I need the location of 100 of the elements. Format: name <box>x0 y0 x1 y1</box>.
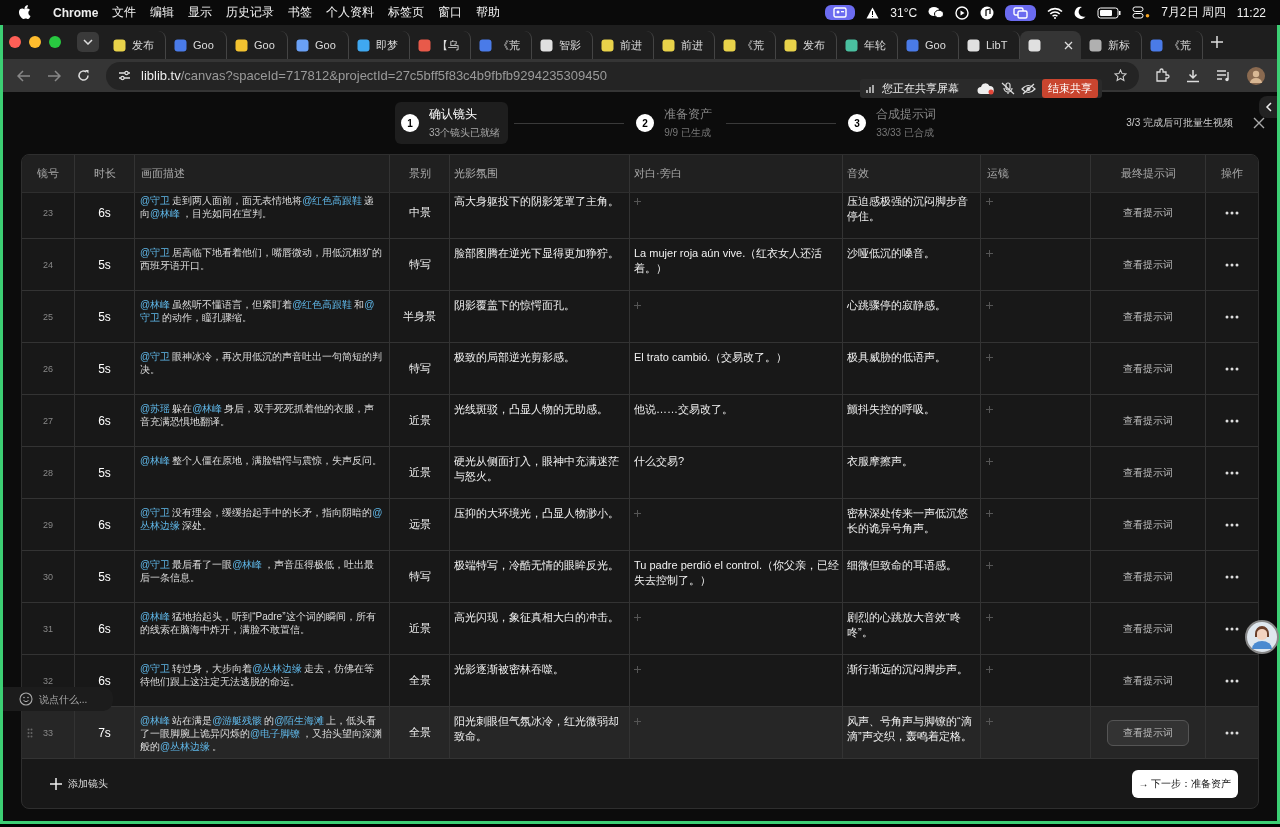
duration-text[interactable]: 6s <box>98 205 111 220</box>
warning-icon[interactable] <box>866 6 880 19</box>
description-text[interactable]: @林峰 站在满是@游艇残骸 的@陌生海滩 上，低头看了一眼脚腕上诡异闪烁的@电子脚镣 ，又抬头望向深渊般的@丛林边缘 。 <box>140 714 384 753</box>
site-settings-icon[interactable] <box>118 70 131 81</box>
add-icon[interactable] <box>986 198 993 205</box>
duration-text[interactable]: 5s <box>98 569 111 584</box>
system-logo-icon[interactable] <box>18 5 31 20</box>
stop-sharing-button[interactable]: 结束共享 <box>1042 79 1098 98</box>
duration-text[interactable]: 6s <box>98 517 111 532</box>
chevron-left-icon[interactable] <box>1264 102 1272 112</box>
drag-handle-icon[interactable] <box>27 728 33 738</box>
view-prompt-button[interactable]: 查看提示词 <box>1107 303 1189 330</box>
sound-effect-text[interactable]: 渐行渐远的沉闷脚步声。 <box>847 662 968 677</box>
description-text[interactable]: @守卫 最后看了一眼@林峰 ，声音压得极低，吐出最后一条信息。 <box>140 558 384 584</box>
view-prompt-button[interactable]: 查看提示词 <box>1107 407 1189 434</box>
sound-effect-text[interactable]: 沙哑低沉的嗓音。 <box>847 246 935 261</box>
menu-item[interactable]: 编辑 <box>150 4 175 21</box>
add-icon[interactable] <box>986 666 993 673</box>
more-icon[interactable] <box>1225 678 1239 683</box>
duration-text[interactable]: 5s <box>98 465 111 480</box>
view-prompt-button[interactable]: 查看提示词 <box>1107 667 1189 694</box>
shot-size-text[interactable]: 全景 <box>408 673 431 688</box>
bookmark-star-icon[interactable] <box>1114 69 1127 82</box>
wifi-icon[interactable] <box>1047 6 1064 19</box>
lighting-text[interactable]: 高大身躯投下的阴影笼罩了主角。 <box>454 194 619 209</box>
more-icon[interactable] <box>1225 626 1239 631</box>
shot-size-text[interactable]: 特写 <box>408 569 431 584</box>
sound-effect-text[interactable]: 心跳骤停的寂静感。 <box>847 298 946 313</box>
add-icon[interactable] <box>986 562 993 569</box>
lighting-text[interactable]: 光影逐渐被密林吞噬。 <box>454 662 564 677</box>
duration-text[interactable]: 6s <box>98 413 111 428</box>
view-prompt-button[interactable]: 查看提示词 <box>1107 459 1189 486</box>
view-prompt-button[interactable]: 查看提示词 <box>1107 511 1189 538</box>
view-prompt-button[interactable]: 查看提示词 <box>1107 615 1189 642</box>
more-icon[interactable] <box>1225 366 1239 371</box>
lighting-text[interactable]: 极端特写，冷酷无情的眼眸反光。 <box>454 558 619 573</box>
menu-item[interactable]: 历史记录 <box>226 4 275 21</box>
minimize-window-button[interactable] <box>29 36 41 48</box>
avatar-icon[interactable] <box>1245 620 1279 654</box>
extensions-icon[interactable] <box>1155 68 1170 83</box>
lighting-text[interactable]: 阴影覆盖下的惊愕面孔。 <box>454 298 575 313</box>
add-icon[interactable] <box>986 302 993 309</box>
muted-microphone-icon[interactable] <box>1001 82 1015 95</box>
chevron-down-icon[interactable] <box>83 39 93 45</box>
step-item[interactable]: 2 准备资产 9/9 已生成 <box>630 102 721 144</box>
menu-item[interactable]: 窗口 <box>438 4 463 21</box>
menu-item[interactable]: 个人资料 <box>326 4 375 21</box>
description-text[interactable]: @林峰 虽然听不懂语言，但紧盯着@红色高跟鞋 和@守卫 的动作，瞳孔骤缩。 <box>140 298 384 324</box>
menu-item[interactable]: 显示 <box>188 4 213 21</box>
smiley-icon[interactable] <box>19 692 33 706</box>
add-icon[interactable] <box>634 614 641 621</box>
forward-icon[interactable] <box>47 69 61 82</box>
view-prompt-button[interactable]: 查看提示词 <box>1107 355 1189 382</box>
cloud-icon[interactable] <box>977 82 995 95</box>
shot-size-text[interactable]: 特写 <box>408 361 431 376</box>
moon-icon[interactable] <box>1074 6 1087 19</box>
duration-text[interactable]: 5s <box>98 361 111 376</box>
duration-text[interactable]: 5s <box>98 257 111 272</box>
add-icon[interactable] <box>986 354 993 361</box>
shot-size-text[interactable]: 近景 <box>408 621 431 636</box>
more-icon[interactable] <box>1225 314 1239 319</box>
sound-effect-text[interactable]: 压迫感极强的沉闷脚步音停住。 <box>847 194 977 224</box>
add-shot-button[interactable]: 添加镜头 <box>50 777 108 791</box>
control-center-icon[interactable] <box>1132 6 1151 19</box>
profile-avatar-icon[interactable] <box>1247 66 1265 85</box>
more-icon[interactable] <box>1225 418 1239 423</box>
add-icon[interactable] <box>986 250 993 257</box>
menu-item[interactable]: 标签页 <box>388 4 425 21</box>
description-text[interactable]: @守卫 居高临下地看着他们，嘴唇微动，用低沉粗犷的西班牙语开口。 <box>140 246 384 272</box>
lighting-text[interactable]: 阳光刺眼但气氛冰冷，红光微弱却致命。 <box>454 714 626 744</box>
maximize-window-button[interactable] <box>49 36 61 48</box>
duration-text[interactable]: 5s <box>98 309 111 324</box>
description-text[interactable]: @守卫 转过身，大步向着@丛林边缘 走去，仿佛在等待他们跟上这注定无法逃脱的命运。 <box>140 662 384 688</box>
add-icon[interactable] <box>986 458 993 465</box>
more-icon[interactable] <box>1225 522 1239 527</box>
plus-icon[interactable] <box>50 778 62 790</box>
dialogue-text[interactable]: Tu padre perdió el control.（你父亲，已经失去控制了。） <box>634 558 839 588</box>
add-icon[interactable] <box>986 614 993 621</box>
step-item[interactable]: 3 合成提示词 33/33 已合成 <box>842 102 945 144</box>
music-icon[interactable] <box>980 5 995 20</box>
sound-effect-text[interactable]: 密林深处传来一声低沉悠长的诡异号角声。 <box>847 506 977 536</box>
view-prompt-button[interactable]: 查看提示词 <box>1107 563 1189 590</box>
battery-icon[interactable] <box>1097 6 1122 19</box>
add-icon[interactable] <box>634 302 641 309</box>
hidden-eye-icon[interactable] <box>1021 82 1036 95</box>
app-menu[interactable]: Chrome <box>53 5 99 20</box>
sound-effect-text[interactable]: 衣服摩擦声。 <box>847 454 913 469</box>
menu-item[interactable]: 文件 <box>112 4 137 21</box>
new-tab-icon[interactable] <box>1211 36 1223 48</box>
shot-size-text[interactable]: 近景 <box>408 413 431 428</box>
menu-item[interactable]: 帮助 <box>476 4 501 21</box>
add-icon[interactable] <box>634 198 641 205</box>
sound-effect-text[interactable]: 细微但致命的耳语感。 <box>847 558 957 573</box>
shot-size-text[interactable]: 近景 <box>408 465 431 480</box>
back-icon[interactable] <box>17 69 31 82</box>
add-icon[interactable] <box>634 666 641 673</box>
view-prompt-button[interactable]: 查看提示词 <box>1107 251 1189 278</box>
collapse-panel-button[interactable] <box>1259 96 1277 118</box>
more-icon[interactable] <box>1225 470 1239 475</box>
media-queue-icon[interactable] <box>1216 69 1231 82</box>
